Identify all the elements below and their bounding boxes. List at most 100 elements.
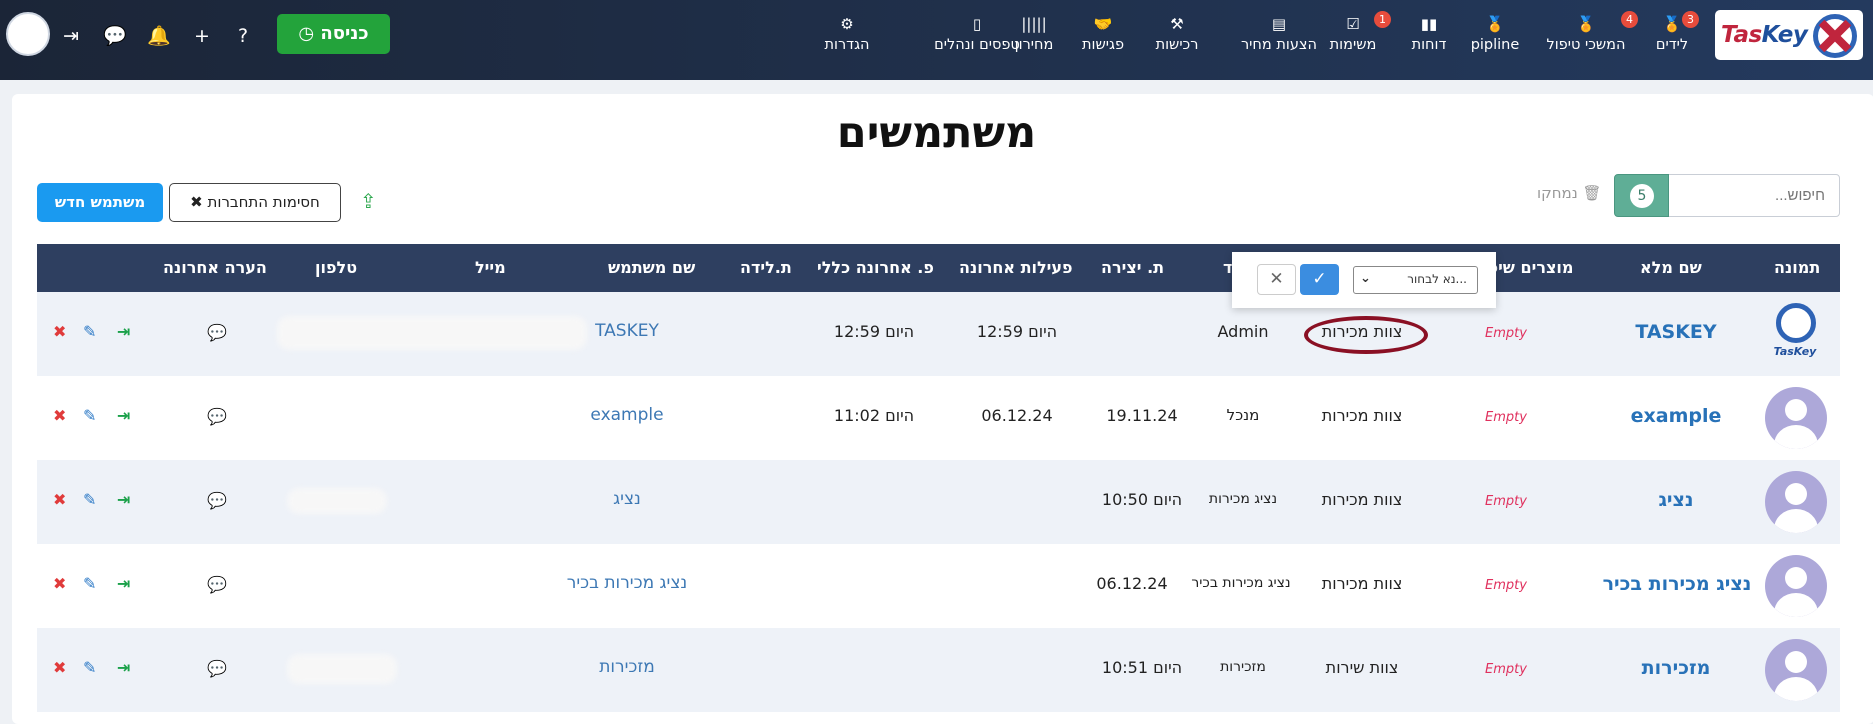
confirm-button[interactable]: ✓ (1300, 264, 1339, 295)
comment-icon[interactable]: 💬 (207, 659, 227, 678)
th-products[interactable]: מוצרים שיכ (1489, 244, 1573, 292)
chat-icon[interactable]: 💬 (102, 23, 128, 49)
th-pic[interactable]: תמונה (1774, 244, 1820, 292)
nav-item-leads[interactable]: 🏅 לידים 3 (1646, 11, 1699, 58)
export-icon[interactable]: ⇪ (360, 189, 382, 213)
edit-icon[interactable]: ✎ (83, 322, 96, 341)
nav-item-pipeline[interactable]: 🏅 pipline (1469, 14, 1521, 58)
taskey-logo-icon (1776, 303, 1816, 343)
bell-icon[interactable]: 🔔 (146, 23, 172, 49)
comment-icon[interactable]: 💬 (207, 575, 227, 594)
th-fullname[interactable]: שם מלא (1640, 244, 1702, 292)
username-cell[interactable]: נציג (557, 489, 697, 509)
full-name-link[interactable]: מזכירות (1606, 657, 1746, 679)
team-cell[interactable]: צוות מכירות (1302, 574, 1422, 593)
login-as-icon[interactable]: ⇥ (117, 406, 130, 425)
help-icon[interactable]: ? (230, 23, 256, 49)
created-cell: 06.12.24 (1096, 574, 1168, 593)
team-select[interactable]: נא לבחור... ⌄ (1353, 266, 1478, 294)
search-input[interactable] (1668, 174, 1840, 217)
edit-icon[interactable]: ✎ (83, 574, 96, 593)
delete-icon[interactable]: ✖ (53, 322, 66, 341)
enter-button[interactable]: ◷ כניסה (277, 14, 390, 54)
th-last-login[interactable]: פ. אחרונה כללי (817, 244, 934, 292)
nav-item-tasks[interactable]: ☑ משימות 1 (1325, 11, 1391, 58)
th-last-note[interactable]: הערה אחרונה (163, 244, 267, 292)
nav-item-purchases[interactable]: ⚒ רכישות (1151, 14, 1203, 58)
highlight-annotation (1304, 316, 1428, 354)
nav-item-settings[interactable]: ⚙ הגדרות (821, 14, 873, 58)
new-user-button[interactable]: משתמש חדש (37, 183, 163, 222)
edit-icon[interactable]: ✎ (83, 406, 96, 425)
brand-logo[interactable]: TasKey (1715, 10, 1863, 60)
brand-mark-icon (1813, 14, 1857, 58)
role-cell[interactable]: מזכירות (1197, 659, 1289, 675)
top-navbar: TasKey 🏅 לידים 3 🏅 המשכי טיפול 4 🏅 pipli… (0, 0, 1873, 80)
role-cell[interactable]: נציג מכירות בכיר (1179, 575, 1303, 591)
nav-item-reports[interactable]: ▮▮ דוחות (1404, 14, 1454, 58)
login-as-icon[interactable]: ⇥ (117, 490, 130, 509)
login-icon[interactable]: ⇥ (58, 23, 84, 49)
th-created[interactable]: ת. יצירה (1101, 244, 1164, 292)
team-cell[interactable]: צוות מכירות (1302, 406, 1422, 425)
delete-icon[interactable]: ✖ (53, 574, 66, 593)
role-cell[interactable]: מנכל (1203, 406, 1283, 424)
redacted-phone (287, 654, 397, 684)
check-icon: ✓ (1312, 269, 1327, 289)
th-role[interactable]: ד (1223, 244, 1232, 292)
comment-icon[interactable]: 💬 (207, 491, 227, 510)
th-username[interactable]: שם משתמש (608, 244, 695, 292)
delete-icon[interactable]: ✖ (53, 658, 66, 677)
username-cell[interactable]: example (557, 405, 697, 425)
products-empty[interactable]: Empty (1476, 578, 1536, 593)
team-cell[interactable]: צוות מכירות (1302, 490, 1422, 509)
nav-item-followups[interactable]: 🏅 המשכי טיפול 4 (1543, 11, 1638, 58)
role-cell[interactable]: Admin (1203, 322, 1283, 341)
role-cell[interactable]: נציג מכירות (1197, 491, 1289, 507)
full-name-link[interactable]: TASKEY (1606, 321, 1746, 343)
table-row: נציג Empty צוות מכירות נציג מכירות היום … (37, 460, 1840, 544)
th-email[interactable]: מייל (475, 244, 506, 292)
inline-edit-popup: נא לבחור... ⌄ ✓ ✕ (1232, 252, 1496, 308)
nav-item-quotes[interactable]: ▤ הצעות מחיר (1226, 14, 1332, 58)
leads-badge: 3 (1682, 11, 1699, 28)
th-last-activity[interactable]: פעילות אחרונה (959, 244, 1073, 292)
products-empty[interactable]: Empty (1476, 410, 1536, 425)
full-name-link[interactable]: נציג (1606, 489, 1746, 511)
products-empty[interactable]: Empty (1476, 494, 1536, 509)
edit-icon[interactable]: ✎ (83, 490, 96, 509)
delete-icon[interactable]: ✖ (53, 490, 66, 509)
th-birth[interactable]: ת.לידה (740, 244, 792, 292)
username-cell[interactable]: נציג מכירות בכיר (542, 573, 712, 593)
deleted-link[interactable]: נמחקו 🗑 (1537, 184, 1602, 202)
products-empty[interactable]: Empty (1476, 326, 1536, 341)
add-icon[interactable]: + (189, 23, 215, 49)
chevron-down-icon: ⌄ (1360, 271, 1371, 286)
comment-icon[interactable]: 💬 (207, 407, 227, 426)
table-row: example Empty צוות מכירות מנכל 19.11.24 … (37, 376, 1840, 460)
user-photo (1765, 555, 1827, 617)
products-empty[interactable]: Empty (1476, 662, 1536, 677)
tasks-badge: 1 (1374, 11, 1391, 28)
team-cell[interactable]: צוות שירות (1302, 658, 1422, 677)
comment-icon[interactable]: 💬 (207, 323, 227, 342)
edit-icon[interactable]: ✎ (83, 658, 96, 677)
login-as-icon[interactable]: ⇥ (117, 658, 130, 677)
quote-icon: ▤ (1271, 15, 1287, 33)
created-cell: היום 10:50 (1101, 490, 1183, 509)
user-photo (1765, 387, 1827, 449)
username-cell[interactable]: מזכירות (557, 657, 697, 677)
delete-icon[interactable]: ✖ (53, 406, 66, 425)
nav-item-meetings[interactable]: 🤝 פגישות (1079, 14, 1127, 58)
redacted-email-phone (277, 316, 587, 350)
login-as-icon[interactable]: ⇥ (117, 322, 130, 341)
user-avatar[interactable] (6, 12, 50, 56)
nav-item-forms[interactable]: ▯ טפסים ונהלים (925, 14, 1029, 58)
th-phone[interactable]: טלפון (315, 244, 357, 292)
created-cell: 19.11.24 (1106, 406, 1178, 425)
login-blocks-button[interactable]: ✖ חסימות התחברות (169, 183, 341, 222)
cancel-button[interactable]: ✕ (1257, 264, 1296, 295)
full-name-link[interactable]: example (1606, 405, 1746, 427)
full-name-link[interactable]: נציג מכירות בכיר (1602, 573, 1752, 595)
login-as-icon[interactable]: ⇥ (117, 574, 130, 593)
